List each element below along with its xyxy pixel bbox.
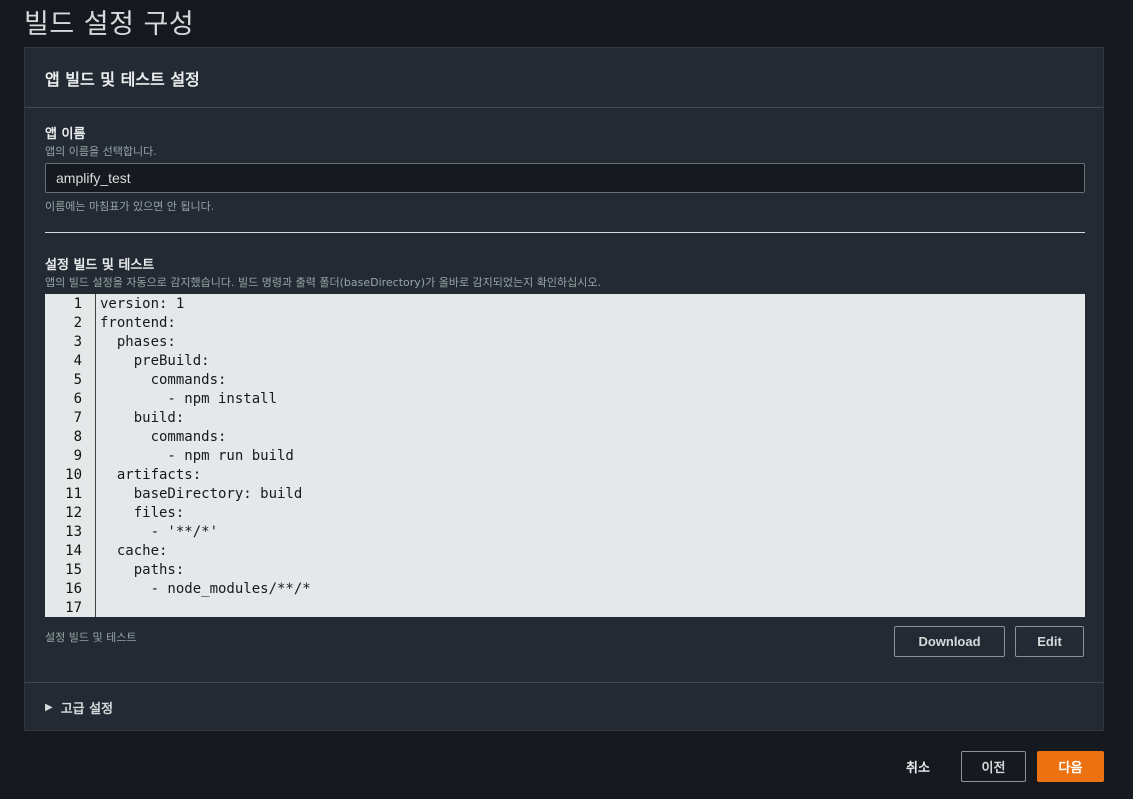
code-text: - npm run build — [100, 447, 294, 464]
cancel-button[interactable]: 취소 — [894, 757, 942, 776]
code-line: 8 commands: — [45, 427, 1085, 446]
page-title: 빌드 설정 구성 — [24, 9, 195, 40]
build-settings-label: 설정 빌드 및 테스트 — [45, 258, 155, 273]
code-line: 4 preBuild: — [45, 351, 1085, 370]
code-text: phases: — [100, 333, 176, 350]
line-number: 15 — [65, 561, 82, 578]
line-number: 4 — [73, 352, 82, 369]
code-text: - node_modules/**/* — [100, 580, 311, 597]
code-text: preBuild: — [100, 352, 210, 369]
line-number: 12 — [65, 504, 82, 521]
code-text: baseDirectory: build — [100, 485, 303, 502]
line-number: 14 — [65, 542, 82, 559]
line-number: 2 — [73, 314, 82, 331]
line-number: 10 — [65, 466, 82, 483]
advanced-settings-toggle[interactable]: ▶ 고급 설정 — [25, 682, 1103, 732]
code-line: 14 cache: — [45, 541, 1085, 560]
caret-right-icon: ▶ — [45, 702, 53, 713]
line-number: 13 — [65, 523, 82, 540]
build-settings-panel: 앱 빌드 및 테스트 설정 앱 이름 앱의 이름을 선택합니다. 이름에는 마침… — [24, 47, 1104, 731]
build-spec-editor[interactable]: 1 version: 1 2 frontend: 3 phases: 4 preBuild… — [45, 294, 1085, 617]
line-number: 8 — [73, 428, 82, 445]
code-text: version: 1 — [100, 295, 185, 312]
app-name-input[interactable] — [45, 163, 1085, 193]
build-settings-description: 앱의 빌드 설정을 자동으로 감지했습니다. 빌드 명령과 출력 폴더(base… — [45, 276, 601, 289]
build-settings-footer-note: 설정 빌드 및 테스트 — [45, 631, 137, 644]
line-number: 1 — [73, 295, 82, 312]
code-text: - '**/*' — [100, 523, 219, 540]
divider — [45, 232, 1085, 233]
line-number: 16 — [65, 580, 82, 597]
app-name-hint: 이름에는 마침표가 있으면 안 됩니다. — [45, 200, 215, 213]
code-text: frontend: — [100, 314, 176, 331]
code-line: 7 build: — [45, 408, 1085, 427]
code-line: 3 phases: — [45, 332, 1085, 351]
line-number: 5 — [73, 371, 82, 388]
code-text: commands: — [100, 371, 227, 388]
code-line: 11 baseDirectory: build — [45, 484, 1085, 503]
line-number: 6 — [73, 390, 82, 407]
line-number: 7 — [73, 409, 82, 426]
line-number: 3 — [73, 333, 82, 350]
line-number: 11 — [65, 485, 82, 502]
code-text: - npm install — [100, 390, 278, 407]
code-text: commands: — [100, 428, 227, 445]
app-name-label: 앱 이름 — [45, 127, 86, 142]
panel-header: 앱 빌드 및 테스트 설정 — [25, 48, 1103, 108]
code-line: 1 version: 1 — [45, 294, 1085, 313]
app-name-description: 앱의 이름을 선택합니다. — [45, 145, 157, 158]
code-text: build: — [100, 409, 185, 426]
code-line: 5 commands: — [45, 370, 1085, 389]
next-button[interactable]: 다음 — [1037, 751, 1104, 782]
line-number: 9 — [73, 447, 82, 464]
previous-button[interactable]: 이전 — [961, 751, 1026, 782]
code-line: 9 - npm run build — [45, 446, 1085, 465]
line-number: 17 — [65, 599, 82, 616]
code-line: 10 artifacts: — [45, 465, 1085, 484]
code-line: 16 - node_modules/**/* — [45, 579, 1085, 598]
edit-button[interactable]: Edit — [1015, 626, 1084, 657]
code-line: 12 files: — [45, 503, 1085, 522]
code-line: 6 - npm install — [45, 389, 1085, 408]
code-line: 17 — [45, 598, 1085, 617]
code-line: 15 paths: — [45, 560, 1085, 579]
download-button[interactable]: Download — [894, 626, 1005, 657]
code-text: artifacts: — [100, 466, 202, 483]
code-text: paths: — [100, 561, 185, 578]
advanced-settings-label: 고급 설정 — [60, 702, 114, 717]
code-line: 13 - '**/*' — [45, 522, 1085, 541]
code-line: 2 frontend: — [45, 313, 1085, 332]
code-text: files: — [100, 504, 185, 521]
panel-title: 앱 빌드 및 테스트 설정 — [45, 69, 200, 89]
code-text: cache: — [100, 542, 168, 559]
